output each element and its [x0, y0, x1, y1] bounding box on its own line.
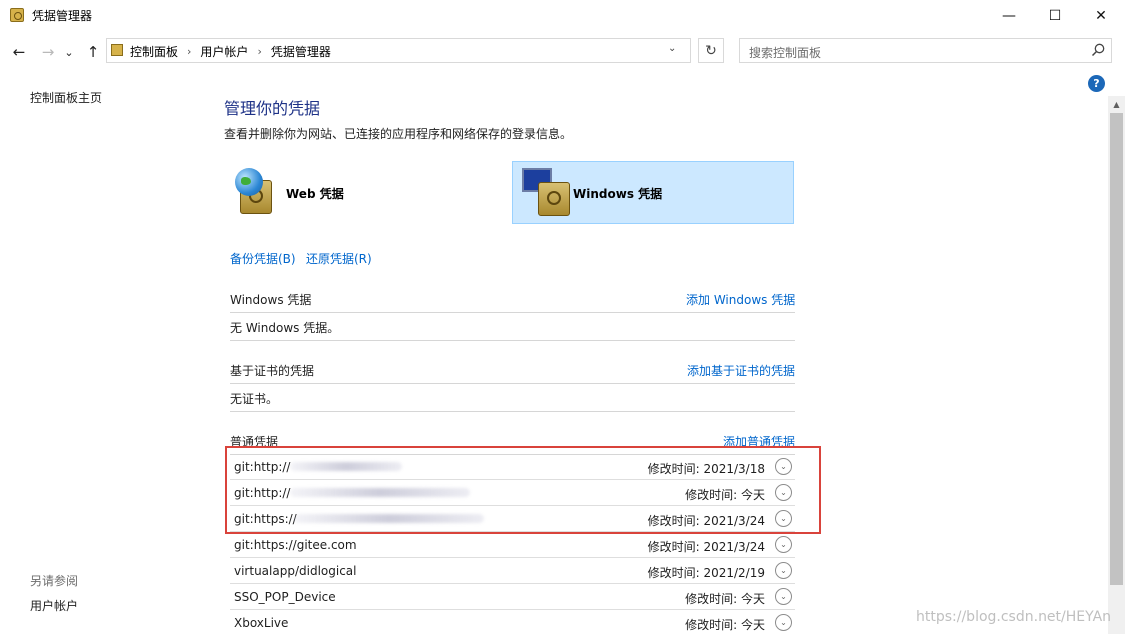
divider — [230, 383, 795, 384]
credential-row[interactable]: virtualapp/didlogical 修改时间: 2021/2/19 ⌄ — [230, 559, 795, 584]
scroll-up-arrow-icon[interactable]: ▲ — [1108, 96, 1125, 113]
modified-label: 修改时间: — [685, 592, 738, 606]
control-panel-home-link[interactable]: 控制面板主页 — [30, 89, 102, 106]
credential-modified: 修改时间: 2021/3/24 — [648, 538, 765, 555]
add-windows-credential-link[interactable]: 添加 Windows 凭据 — [686, 291, 795, 308]
see-also-label: 另请参阅 — [30, 574, 79, 588]
search-placeholder: 搜索控制面板 — [749, 46, 822, 60]
backup-credentials-link[interactable]: 备份凭据(B) — [230, 250, 296, 267]
credential-row[interactable]: SSO_POP_Device 修改时间: 今天 ⌄ — [230, 585, 795, 610]
breadcrumb-item-user-accounts[interactable]: 用户帐户 — [200, 43, 248, 60]
highlight-box — [225, 446, 821, 534]
credential-row[interactable]: git:https://gitee.com 修改时间: 2021/3/24 ⌄ — [230, 533, 795, 558]
divider — [230, 411, 795, 412]
restore-credentials-link[interactable]: 还原凭据(R) — [306, 250, 372, 267]
credential-name: virtualapp/didlogical — [234, 564, 357, 578]
expand-chevron-icon[interactable]: ⌄ — [775, 588, 792, 605]
forward-arrow-icon[interactable]: → — [37, 41, 59, 63]
up-arrow-icon[interactable]: ↑ — [82, 41, 104, 63]
windows-credentials-label: Windows 凭据 — [573, 187, 663, 201]
credential-name: XboxLive — [234, 616, 289, 630]
back-arrow-icon[interactable]: ← — [8, 41, 30, 63]
breadcrumb-separator-icon[interactable]: › — [187, 45, 191, 58]
modified-date: 今天 — [740, 592, 765, 606]
credential-modified: 修改时间: 2021/2/19 — [648, 564, 765, 581]
modified-date: 2021/3/24 — [703, 540, 765, 554]
breadcrumb-item-control-panel[interactable]: 控制面板 — [130, 43, 178, 60]
credential-row[interactable]: XboxLive 修改时间: 今天 ⌄ — [230, 611, 795, 634]
modified-label: 修改时间: — [685, 618, 738, 632]
expand-chevron-icon[interactable]: ⌄ — [775, 614, 792, 631]
divider — [230, 340, 795, 341]
search-icon[interactable] — [1090, 42, 1106, 58]
modified-label: 修改时间: — [647, 566, 700, 580]
credential-name: git:https://gitee.com — [234, 538, 357, 552]
globe-icon — [235, 168, 263, 196]
no-windows-credentials-text: 无 Windows 凭据。 — [230, 321, 340, 335]
credential-modified: 修改时间: 今天 — [685, 616, 765, 633]
title-bar — [0, 0, 1125, 31]
watermark: https://blog.csdn.net/HEYAn — [916, 609, 1112, 625]
web-credentials-tile[interactable] — [230, 161, 512, 224]
no-certificates-text: 无证书。 — [230, 392, 279, 406]
expand-chevron-icon[interactable]: ⌄ — [775, 562, 792, 579]
help-icon[interactable]: ? — [1088, 75, 1105, 92]
credential-name: SSO_POP_Device — [234, 590, 336, 604]
credential-modified: 修改时间: 今天 — [685, 590, 765, 607]
modified-date: 2021/2/19 — [703, 566, 765, 580]
breadcrumb-separator-icon[interactable]: › — [257, 45, 261, 58]
web-credentials-label: Web 凭据 — [286, 187, 344, 201]
divider — [230, 312, 795, 313]
credential-manager-app-icon — [10, 8, 24, 22]
breadcrumb-item-credential-manager[interactable]: 凭据管理器 — [271, 43, 331, 60]
windows-credentials-section-title: Windows 凭据 — [230, 293, 312, 307]
user-accounts-link[interactable]: 用户帐户 — [30, 597, 78, 614]
minimize-button[interactable]: — — [986, 0, 1032, 31]
modified-date: 今天 — [740, 618, 765, 632]
recent-locations-chevron-icon[interactable]: ⌄ — [62, 41, 76, 63]
control-panel-icon — [111, 44, 123, 56]
window-title: 凭据管理器 — [32, 9, 93, 23]
address-dropdown-icon[interactable]: ⌄ — [668, 43, 676, 54]
page-subtitle: 查看并删除你为网站、已连接的应用程序和网络保存的登录信息。 — [224, 127, 573, 141]
close-button[interactable]: ✕ — [1078, 0, 1124, 31]
breadcrumb: 控制面板 › 用户帐户 › 凭据管理器 — [130, 43, 331, 60]
scrollbar-thumb[interactable] — [1110, 113, 1123, 585]
maximize-button[interactable]: ☐ — [1032, 0, 1078, 31]
expand-chevron-icon[interactable]: ⌄ — [775, 536, 792, 553]
add-certificate-credential-link[interactable]: 添加基于证书的凭据 — [687, 362, 795, 379]
vault-icon — [538, 182, 570, 216]
page-title: 管理你的凭据 — [224, 99, 321, 118]
modified-label: 修改时间: — [647, 540, 700, 554]
certificate-credentials-section-title: 基于证书的凭据 — [230, 364, 315, 378]
refresh-button[interactable]: ↻ — [698, 38, 724, 63]
